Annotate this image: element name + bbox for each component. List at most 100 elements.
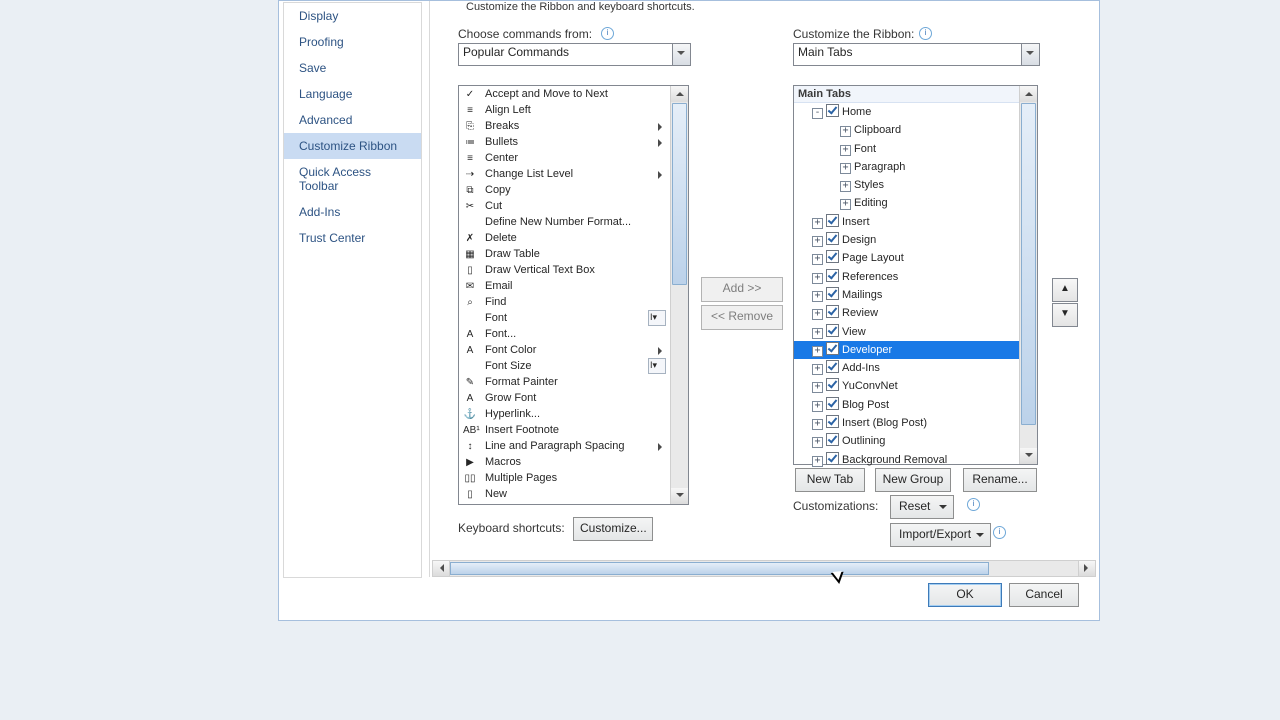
command-item[interactable]: Font SizeI▾: [459, 358, 688, 374]
command-item[interactable]: AFont...: [459, 326, 688, 342]
sidenav-item[interactable]: Customize Ribbon: [284, 133, 421, 159]
tree-node[interactable]: +Developer: [794, 341, 1037, 359]
command-item[interactable]: ▦Draw Table: [459, 246, 688, 262]
tree-node[interactable]: +Styles: [794, 176, 1037, 194]
expand-icon[interactable]: +: [840, 199, 851, 210]
new-tab-button[interactable]: New Tab: [795, 468, 865, 492]
command-item[interactable]: ⌕Find: [459, 294, 688, 310]
commands-list[interactable]: ✓Accept and Move to Next≡Align Left⎘Brea…: [458, 85, 689, 505]
command-item[interactable]: ✉Email: [459, 278, 688, 294]
command-item[interactable]: ▯▯Multiple Pages: [459, 470, 688, 486]
add-button[interactable]: Add >>: [701, 277, 783, 302]
tree-node[interactable]: +Blog Post: [794, 396, 1037, 414]
scroll-down[interactable]: [1020, 448, 1037, 464]
command-item[interactable]: ↕Line and Paragraph Spacing: [459, 438, 688, 454]
command-item[interactable]: ▶Macros: [459, 454, 688, 470]
expand-icon[interactable]: +: [812, 401, 823, 412]
command-item[interactable]: ≡Align Left: [459, 102, 688, 118]
remove-button[interactable]: << Remove: [701, 305, 783, 330]
command-item[interactable]: FontI▾: [459, 310, 688, 326]
checkbox[interactable]: [826, 397, 839, 410]
rename-button[interactable]: Rename...: [963, 468, 1037, 492]
expand-icon[interactable]: +: [812, 218, 823, 229]
command-item[interactable]: ⎘Breaks: [459, 118, 688, 134]
scroll-thumb[interactable]: [672, 103, 687, 285]
checkbox[interactable]: [826, 287, 839, 300]
tree-node[interactable]: +Review: [794, 304, 1037, 322]
command-item[interactable]: ✗Delete: [459, 230, 688, 246]
tree-node[interactable]: +Insert: [794, 213, 1037, 231]
command-item[interactable]: ⚓Hyperlink...: [459, 406, 688, 422]
command-item[interactable]: AFont Color: [459, 342, 688, 358]
checkbox[interactable]: [826, 433, 839, 446]
command-item[interactable]: ▯New: [459, 486, 688, 502]
expand-icon[interactable]: +: [812, 382, 823, 393]
checkbox[interactable]: [826, 104, 839, 117]
expand-icon[interactable]: +: [812, 273, 823, 284]
command-item[interactable]: ✎Format Painter: [459, 374, 688, 390]
expand-icon[interactable]: +: [812, 291, 823, 302]
checkbox[interactable]: [826, 342, 839, 355]
command-item[interactable]: Define New Number Format...: [459, 214, 688, 230]
tree-node[interactable]: +Mailings: [794, 286, 1037, 304]
expand-icon[interactable]: +: [812, 346, 823, 357]
tree-node[interactable]: +Font: [794, 140, 1037, 158]
command-item[interactable]: AB¹Insert Footnote: [459, 422, 688, 438]
scrollbar[interactable]: [670, 86, 688, 504]
checkbox[interactable]: [826, 250, 839, 263]
new-group-button[interactable]: New Group: [875, 468, 951, 492]
expand-icon[interactable]: +: [812, 456, 823, 467]
info-icon[interactable]: i: [993, 526, 1006, 539]
checkbox[interactable]: [826, 324, 839, 337]
tree-node[interactable]: +Add-Ins: [794, 359, 1037, 377]
checkbox[interactable]: [826, 452, 839, 465]
expand-icon[interactable]: +: [840, 145, 851, 156]
tree-node[interactable]: +Outlining: [794, 432, 1037, 450]
scroll-down[interactable]: [671, 488, 688, 504]
expand-icon[interactable]: +: [840, 126, 851, 137]
tree-node[interactable]: +Paragraph: [794, 158, 1037, 176]
tree-node[interactable]: +Design: [794, 231, 1037, 249]
sidenav-item[interactable]: Trust Center: [284, 225, 421, 251]
collapse-icon[interactable]: -: [812, 108, 823, 119]
checkbox[interactable]: [826, 415, 839, 428]
import-export-button[interactable]: Import/Export: [890, 523, 991, 547]
sidenav-item[interactable]: Advanced: [284, 107, 421, 133]
expand-icon[interactable]: +: [812, 254, 823, 265]
tree-node[interactable]: +YuConvNet: [794, 377, 1037, 395]
checkbox[interactable]: [826, 214, 839, 227]
expand-icon[interactable]: +: [840, 181, 851, 192]
tree-node[interactable]: +Editing: [794, 194, 1037, 212]
scroll-right[interactable]: [1078, 561, 1095, 576]
sidenav-item[interactable]: Display: [284, 3, 421, 29]
tree-node[interactable]: +Insert (Blog Post): [794, 414, 1037, 432]
info-icon[interactable]: i: [919, 27, 932, 40]
expand-icon[interactable]: +: [812, 419, 823, 430]
tree-node[interactable]: +Clipboard: [794, 121, 1037, 139]
horizontal-scrollbar[interactable]: [432, 560, 1096, 577]
command-item[interactable]: ✓Accept and Move to Next: [459, 86, 688, 102]
sidenav-item[interactable]: Save: [284, 55, 421, 81]
customize-shortcuts-button[interactable]: Customize...: [573, 517, 653, 541]
tree-node[interactable]: +Page Layout: [794, 249, 1037, 267]
tree-node[interactable]: +References: [794, 268, 1037, 286]
tree-node[interactable]: +View: [794, 323, 1037, 341]
checkbox[interactable]: [826, 269, 839, 282]
expand-icon[interactable]: +: [812, 328, 823, 339]
checkbox[interactable]: [826, 378, 839, 391]
reset-button[interactable]: Reset: [890, 495, 954, 519]
scroll-up[interactable]: [671, 86, 688, 102]
command-item[interactable]: ✂Cut: [459, 198, 688, 214]
expand-icon[interactable]: +: [812, 236, 823, 247]
scroll-thumb[interactable]: [450, 562, 989, 575]
expand-icon[interactable]: +: [812, 364, 823, 375]
sidenav-item[interactable]: Language: [284, 81, 421, 107]
command-item[interactable]: AGrow Font: [459, 390, 688, 406]
checkbox[interactable]: [826, 305, 839, 318]
command-item[interactable]: ▯Draw Vertical Text Box: [459, 262, 688, 278]
ribbon-tree[interactable]: Main Tabs -Home+Clipboard+Font+Paragraph…: [793, 85, 1038, 465]
scroll-thumb[interactable]: [1021, 103, 1036, 425]
command-item[interactable]: ≡Center: [459, 150, 688, 166]
expand-icon[interactable]: +: [812, 437, 823, 448]
scrollbar[interactable]: [1019, 86, 1037, 464]
